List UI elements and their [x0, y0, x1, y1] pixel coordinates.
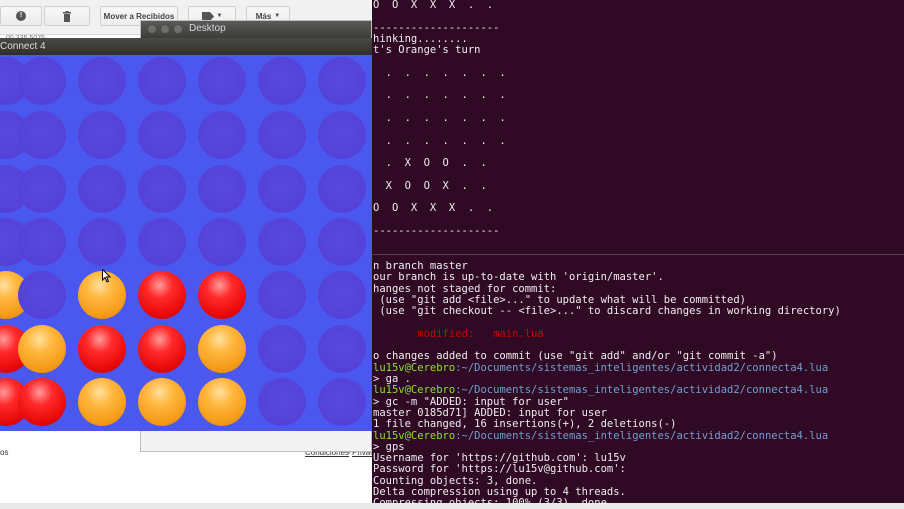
- terminal-line: our branch is up-to-date with 'origin/ma…: [373, 271, 664, 284]
- terminal-line: --------------------: [373, 225, 500, 237]
- prompt-user-host: lu15v@Cerebro: [373, 361, 456, 374]
- board-cell-orange[interactable]: orange: [198, 378, 246, 426]
- minimize-window-button[interactable]: [160, 24, 170, 34]
- board-cell-empty[interactable]: empty: [258, 57, 306, 105]
- desktop-window-title: Desktop: [189, 23, 226, 34]
- board-cell-empty[interactable]: empty: [78, 57, 126, 105]
- terminal-line: . X O O . .: [373, 157, 487, 170]
- board-cell-empty[interactable]: empty: [18, 165, 66, 213]
- board-cell-empty[interactable]: empty: [318, 218, 366, 266]
- board-cell-empty[interactable]: empty: [258, 165, 306, 213]
- board-cell-empty[interactable]: empty: [78, 111, 126, 159]
- board-cell-empty[interactable]: empty: [258, 218, 306, 266]
- prompt-path: :~/Documents/sistemas_inteligentes/activ…: [455, 429, 829, 442]
- trash-icon: [63, 10, 71, 22]
- board-cell-empty[interactable]: empty: [18, 271, 66, 319]
- terminal-line: . . . . . . .: [373, 112, 506, 124]
- chevron-down-icon: ▼: [216, 13, 223, 19]
- mouse-pointer-icon: [102, 269, 112, 283]
- chevron-down-icon: ▼: [274, 13, 281, 19]
- connect4-board[interactable]: emptyemptyemptyemptyemptyemptyemptyempty…: [0, 55, 383, 431]
- terminal-line: modified: main.lua: [373, 327, 544, 340]
- board-cell-empty[interactable]: empty: [138, 218, 186, 266]
- terminal-line: hanges not staged for commit:: [373, 282, 557, 295]
- board-cell-empty[interactable]: empty: [318, 165, 366, 213]
- terminal-pane-divider[interactable]: [372, 254, 904, 255]
- board-cell-empty[interactable]: empty: [138, 165, 186, 213]
- board-cell-orange[interactable]: orange: [198, 325, 246, 373]
- terminal-line: O O X X X . .: [373, 0, 494, 11]
- maximize-window-button[interactable]: [173, 24, 183, 34]
- board-cell-orange[interactable]: orange: [18, 325, 66, 373]
- terminal-prompt-line: lu15v@Cerebro:~/Documents/sistemas_intel…: [373, 429, 829, 442]
- desktop-titlebar[interactable]: Desktop: [141, 21, 371, 38]
- board-cell-empty[interactable]: empty: [78, 218, 126, 266]
- terminal-line: (use "git checkout -- <file>..." to disc…: [373, 305, 841, 318]
- board-cell-empty[interactable]: empty: [318, 271, 366, 319]
- board-cell-empty[interactable]: empty: [258, 271, 306, 319]
- connect4-titlebar[interactable]: Connect 4: [0, 38, 383, 55]
- terminal-line: Compressing objects: 100% (3/3), done.: [373, 497, 614, 509]
- board-cell-empty[interactable]: empty: [198, 218, 246, 266]
- board-cell-orange[interactable]: orange: [78, 378, 126, 426]
- delete-button[interactable]: [44, 6, 90, 26]
- board-cell-empty[interactable]: empty: [138, 111, 186, 159]
- connect4-window: Connect 4 emptyemptyemptyemptyemptyempty…: [0, 38, 383, 431]
- terminal-line: . . . . . . .: [373, 134, 506, 147]
- board-cell-empty[interactable]: empty: [318, 57, 366, 105]
- info-icon: !: [16, 11, 26, 21]
- board-cell-empty[interactable]: empty: [318, 325, 366, 373]
- board-cell-empty[interactable]: empty: [198, 111, 246, 159]
- terminal-line: O O X X X . .: [373, 202, 494, 215]
- board-cell-empty[interactable]: empty: [318, 111, 366, 159]
- board-cell-orange[interactable]: orange: [138, 378, 186, 426]
- board-cell-empty[interactable]: empty: [18, 57, 66, 105]
- board-cell-red[interactable]: red: [18, 378, 66, 426]
- prompt-user-host: lu15v@Cerebro: [373, 429, 456, 442]
- close-window-button[interactable]: [147, 24, 157, 34]
- board-cell-empty[interactable]: empty: [258, 325, 306, 373]
- connect4-window-title: Connect 4: [0, 41, 46, 52]
- prompt-user-host: lu15v@Cerebro: [373, 384, 456, 397]
- board-cell-empty[interactable]: empty: [258, 111, 306, 159]
- board-cell-empty[interactable]: empty: [318, 378, 366, 426]
- terminal-prompt-line: lu15v@Cerebro:~/Documents/sistemas_intel…: [373, 385, 828, 396]
- board-cell-red[interactable]: red: [198, 271, 246, 319]
- board-cell-empty[interactable]: empty: [198, 165, 246, 213]
- board-cell-empty[interactable]: empty: [198, 57, 246, 105]
- terminal-line: . . . . . . .: [373, 89, 506, 102]
- board-cell-red[interactable]: red: [138, 325, 186, 373]
- terminal-line: > gc -m "ADDED: input for user": [373, 395, 569, 408]
- board-cell-empty[interactable]: empty: [78, 165, 126, 213]
- report-spam-button[interactable]: !: [0, 6, 42, 26]
- board-cell-empty[interactable]: empty: [18, 111, 66, 159]
- footer-text: os: [0, 448, 9, 457]
- terminal-line: t's Orange's turn: [373, 44, 481, 57]
- terminal-line: X O O X . .: [373, 179, 487, 192]
- terminal-line: --------------------: [373, 21, 500, 34]
- board-cell-red[interactable]: red: [138, 271, 186, 319]
- board-cell-red[interactable]: red: [78, 325, 126, 373]
- board-cell-empty[interactable]: empty: [18, 218, 66, 266]
- terminal-window[interactable]: O O X X X . . -------------------- hinking…: [372, 0, 904, 509]
- board-cell-empty[interactable]: empty: [138, 57, 186, 105]
- terminal-prompt-line: lu15v@Cerebro:~/Documents/sistemas_intel…: [373, 361, 829, 374]
- prompt-path: :~/Documents/sistemas_inteligentes/activ…: [455, 384, 829, 397]
- terminal-line: . . . . . . .: [373, 66, 506, 79]
- board-cell-empty[interactable]: empty: [258, 378, 306, 426]
- prompt-path: :~/Documents/sistemas_inteligentes/activ…: [455, 361, 829, 374]
- terminal-line: Password for 'https://lu15v@github.com':: [373, 463, 626, 476]
